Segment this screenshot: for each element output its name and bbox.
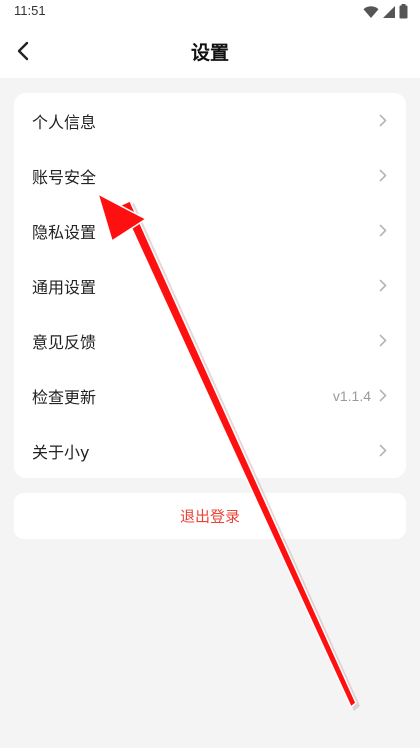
menu-item-label: 账号安全 [32, 167, 97, 187]
version-value: v1.1.4 [332, 387, 371, 404]
menu-item-label: 检查更新 [32, 387, 97, 407]
menu-item-about[interactable]: 关于小y [14, 423, 406, 478]
chevron-right-icon [378, 334, 388, 348]
signal-icon [383, 5, 395, 18]
status-time: 11:51 [14, 3, 46, 18]
status-bar: 11:51 [0, 0, 420, 24]
menu-item-check-update[interactable]: 检查更新 v1.1.4 [14, 368, 406, 423]
page-title: 设置 [190, 42, 229, 64]
chevron-right-icon [378, 279, 388, 293]
menu-item-privacy-settings[interactable]: 隐私设置 [14, 203, 406, 258]
menu-item-label: 关于小y [32, 442, 90, 462]
chevron-right-icon [378, 444, 388, 458]
wifi-icon [363, 5, 379, 18]
menu-item-label: 意见反馈 [32, 332, 97, 352]
menu-item-label: 隐私设置 [32, 222, 97, 242]
menu-item-feedback[interactable]: 意见反馈 [14, 313, 406, 368]
battery-icon [399, 4, 408, 19]
menu-item-general-settings[interactable]: 通用设置 [14, 258, 406, 313]
chevron-right-icon [378, 389, 388, 403]
chevron-right-icon [378, 224, 388, 238]
logout-label: 退出登录 [179, 507, 240, 526]
menu-item-account-security[interactable]: 账号安全 [14, 148, 406, 203]
status-icons [363, 4, 408, 19]
settings-list: 个人信息 账号安全 隐私设置 通用设置 意见反馈 检查更新 v1.1.4 关于小… [14, 93, 406, 478]
chevron-right-icon [378, 114, 388, 128]
logout-button[interactable]: 退出登录 [14, 493, 406, 539]
menu-item-label: 个人信息 [32, 112, 97, 132]
chevron-right-icon [378, 169, 388, 183]
navigation-bar: 设置 [0, 24, 420, 78]
menu-item-personal-info[interactable]: 个人信息 [14, 93, 406, 148]
menu-item-label: 通用设置 [32, 277, 97, 297]
